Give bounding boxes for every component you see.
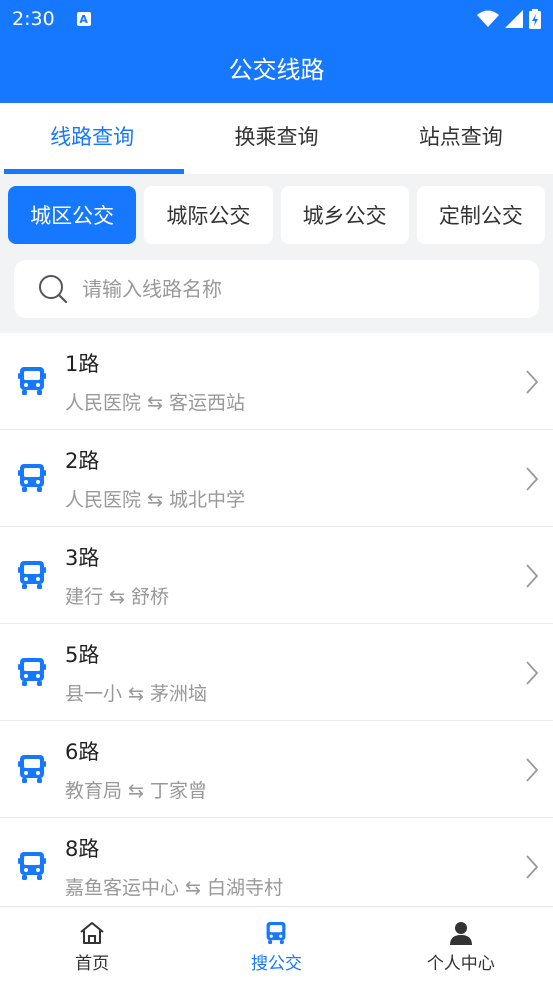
nav-home-label: 首页 xyxy=(75,954,110,974)
route-name: 8路 xyxy=(65,836,100,861)
bus-icon xyxy=(18,367,46,395)
tab-route-query[interactable]: 线路查询 xyxy=(0,103,184,174)
route-name: 3路 xyxy=(65,545,100,570)
status-bar: 2:30 A xyxy=(0,0,553,38)
route-item-6[interactable]: 8路 嘉鱼客运中心 ⇆ 白湖寺村 xyxy=(0,818,553,915)
route-info: 5路 县一小 ⇆ 茅洲垴 xyxy=(65,639,207,706)
chevron-right-icon xyxy=(526,855,539,879)
bus-icon xyxy=(18,755,46,783)
bottom-nav: 首页 搜公交 个人中心 xyxy=(0,906,553,984)
chevron-right-icon xyxy=(526,370,539,394)
search-input[interactable] xyxy=(82,277,482,301)
category-custom-bus[interactable]: 定制公交 xyxy=(416,186,545,244)
bus-icon xyxy=(18,852,46,880)
nav-search-bus-label: 搜公交 xyxy=(250,954,302,974)
route-name: 6路 xyxy=(65,739,100,764)
route-path: 县一小 ⇆ 茅洲垴 xyxy=(65,682,207,705)
route-path: 教育局 ⇆ 丁家曾 xyxy=(65,779,207,802)
category-filter: 城区公交 城际公交 城乡公交 定制公交 xyxy=(0,174,553,244)
route-item-2[interactable]: 2路 人民医院 ⇆ 城北中学 xyxy=(0,430,553,527)
chevron-right-icon xyxy=(526,661,539,685)
chevron-right-icon xyxy=(526,467,539,491)
route-info: 2路 人民医院 ⇆ 城北中学 xyxy=(65,445,245,512)
page-title: 公交线路 xyxy=(228,56,325,84)
signal-icon xyxy=(505,10,523,28)
route-info: 1路 人民医院 ⇆ 客运西站 xyxy=(65,348,245,415)
tab-station-query[interactable]: 站点查询 xyxy=(369,103,553,174)
wifi-icon xyxy=(477,10,499,27)
route-item-3[interactable]: 3路 建行 ⇆ 舒桥 xyxy=(0,527,553,624)
chevron-right-icon xyxy=(526,564,539,588)
route-name: 1路 xyxy=(65,351,100,376)
route-name: 5路 xyxy=(65,642,100,667)
route-info: 6路 教育局 ⇆ 丁家曾 xyxy=(65,736,207,803)
route-item-5[interactable]: 6路 教育局 ⇆ 丁家曾 xyxy=(0,721,553,818)
search-bar[interactable] xyxy=(14,260,539,318)
notification-icon: A xyxy=(76,12,91,26)
bus-icon xyxy=(267,922,286,944)
bus-icon xyxy=(18,464,46,492)
nav-profile[interactable]: 个人中心 xyxy=(369,907,553,984)
route-path: 建行 ⇆ 舒桥 xyxy=(65,585,169,608)
route-info: 8路 嘉鱼客运中心 ⇆ 白湖寺村 xyxy=(65,833,283,900)
route-name: 2路 xyxy=(65,448,100,473)
status-time: 2:30 xyxy=(12,8,55,30)
bus-icon xyxy=(18,658,46,686)
home-icon xyxy=(80,922,104,944)
category-rural-bus[interactable]: 城乡公交 xyxy=(280,186,409,244)
status-icons xyxy=(477,9,541,29)
tab-indicator xyxy=(4,169,184,174)
search-icon xyxy=(39,275,68,304)
route-info: 3路 建行 ⇆ 舒桥 xyxy=(65,542,169,609)
bus-icon xyxy=(18,561,46,589)
nav-profile-label: 个人中心 xyxy=(426,954,495,974)
route-path: 人民医院 ⇆ 客运西站 xyxy=(65,391,245,414)
route-path: 人民医院 ⇆ 城北中学 xyxy=(65,488,245,511)
nav-search-bus[interactable]: 搜公交 xyxy=(184,907,368,984)
route-path: 嘉鱼客运中心 ⇆ 白湖寺村 xyxy=(65,876,283,899)
category-urban-bus[interactable]: 城区公交 xyxy=(8,186,137,244)
person-icon xyxy=(449,922,472,945)
chevron-right-icon xyxy=(526,758,539,782)
category-intercity-bus[interactable]: 城际公交 xyxy=(144,186,273,244)
nav-home[interactable]: 首页 xyxy=(0,907,184,984)
battery-icon xyxy=(529,9,541,29)
route-item-4[interactable]: 5路 县一小 ⇆ 茅洲垴 xyxy=(0,624,553,721)
route-list: 1路 人民医院 ⇆ 客运西站 2路 人民医院 ⇆ 城北中学 3路 建行 ⇆ 舒桥… xyxy=(0,333,553,915)
query-tabs: 线路查询 换乘查询 站点查询 xyxy=(0,103,553,174)
tab-transfer-query[interactable]: 换乘查询 xyxy=(184,103,368,174)
app-header: 2:30 A 公交线路 xyxy=(0,0,553,103)
route-item-1[interactable]: 1路 人民医院 ⇆ 客运西站 xyxy=(0,333,553,430)
